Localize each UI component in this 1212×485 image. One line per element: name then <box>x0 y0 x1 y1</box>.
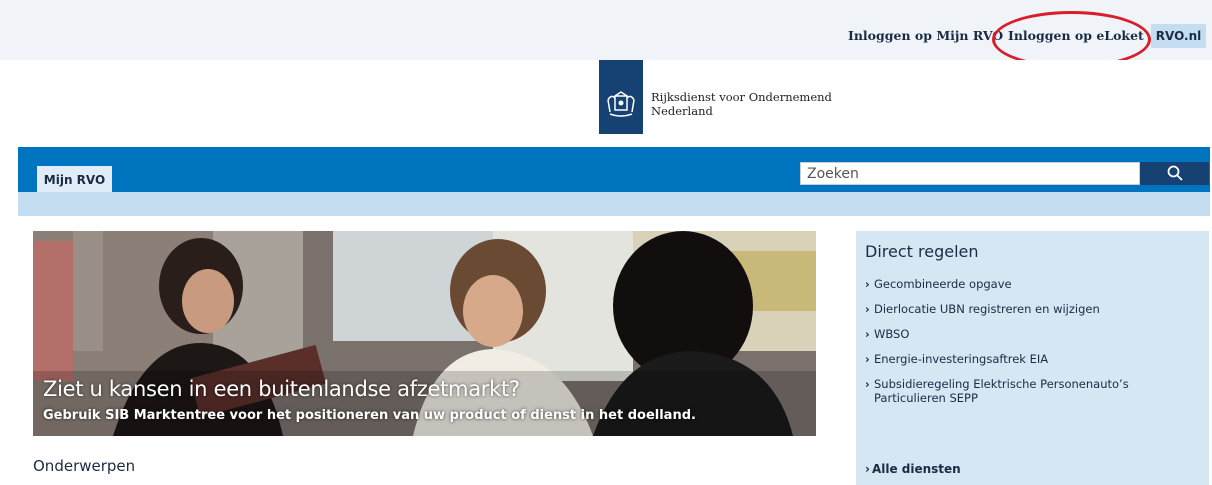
direct-regelen-panel: Direct regelen › Gecombineerde opgave › Di… <box>856 231 1209 485</box>
search-input[interactable] <box>800 162 1140 185</box>
login-mijn-rvo-link[interactable]: Inloggen op Mijn RVO <box>848 27 1003 45</box>
list-item-label: Energie-investeringsaftrek EIA <box>874 352 1049 366</box>
chevron-right-icon: › <box>865 302 870 316</box>
logo-text-line2: Nederland <box>651 104 713 118</box>
alle-diensten-link[interactable]: › Alle diensten <box>865 462 961 476</box>
panel-title: Direct regelen <box>865 242 979 261</box>
list-item-label: Subsidieregeling Elektrische Personenaut… <box>874 377 1129 405</box>
list-item-dierlocatie-ubn[interactable]: › Dierlocatie UBN registreren en wijzigen <box>865 302 1185 316</box>
hero-banner[interactable]: Ziet u kansen in een buitenlandse afzetm… <box>33 231 816 436</box>
tab-mijn-rvo[interactable]: Mijn RVO <box>37 166 112 192</box>
search-button[interactable] <box>1140 162 1209 185</box>
list-item-wbso[interactable]: › WBSO <box>865 327 1185 341</box>
search-icon <box>1167 165 1183 181</box>
sub-navbar <box>18 192 1210 216</box>
logo-text: Rijksdienst voor Ondernemend Nederland <box>651 90 832 118</box>
chevron-right-icon: › <box>865 277 870 291</box>
banner-photo <box>33 231 816 436</box>
chevron-right-icon: › <box>865 352 870 366</box>
direct-regelen-list: › Gecombineerde opgave › Dierlocatie UBN r… <box>865 277 1185 416</box>
list-item-label: WBSO <box>874 327 910 341</box>
list-item-sepp[interactable]: › Subsidieregeling Elektrische Personenau… <box>865 377 1185 405</box>
list-item-label: Dierlocatie UBN registreren en wijzigen <box>874 302 1100 316</box>
login-eloket-link[interactable]: Inloggen op eLoket <box>1008 27 1144 45</box>
logo-text-line1: Rijksdienst voor Ondernemend <box>651 90 832 104</box>
alle-diensten-label: Alle diensten <box>871 462 961 476</box>
chevron-right-icon: › <box>865 327 870 341</box>
list-item-eia[interactable]: › Energie-investeringsaftrek EIA <box>865 352 1185 366</box>
coat-of-arms-icon <box>607 91 635 117</box>
rvo-nl-link[interactable]: RVO.nl <box>1151 24 1206 48</box>
banner-subtitle: Gebruik SIB Marktentree voor het positio… <box>43 408 696 423</box>
chevron-right-icon: › <box>865 377 870 391</box>
chevron-right-icon: › <box>865 462 870 476</box>
banner-title: Ziet u kansen in een buitenlandse afzetm… <box>43 377 520 401</box>
list-item-label: Gecombineerde opgave <box>874 277 1012 291</box>
list-item-gecombineerde-opgave[interactable]: › Gecombineerde opgave <box>865 277 1185 291</box>
section-title-onderwerpen: Onderwerpen <box>33 457 136 475</box>
rijksoverheid-logo[interactable] <box>599 60 643 134</box>
